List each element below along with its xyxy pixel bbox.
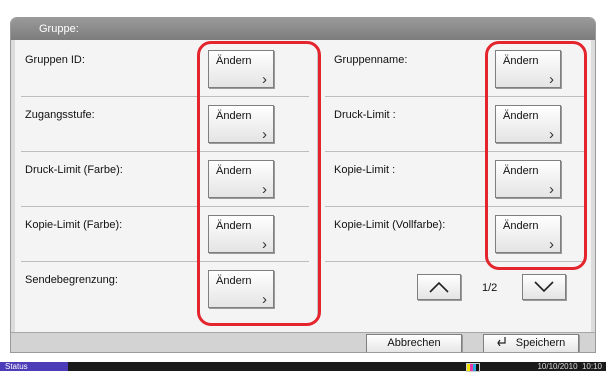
label-kopie-limit-farbe: Kopie-Limit (Farbe):	[25, 219, 123, 231]
button-label: Ändern	[216, 220, 252, 232]
label-sendebegrenzung: Sendebegrenzung:	[25, 274, 118, 286]
datetime: 10/10/2010 10:10	[537, 362, 602, 371]
change-druck-limit-button[interactable]: Ändern ›	[495, 105, 561, 143]
chevron-right-icon: ›	[262, 71, 267, 88]
change-druck-limit-farbe-button[interactable]: Ändern ›	[208, 160, 274, 198]
label-kopie-limit-vollfarbe: Kopie-Limit (Vollfarbe):	[334, 219, 446, 231]
button-label: Ändern	[216, 275, 252, 287]
change-gruppen-id-button[interactable]: Ändern ›	[208, 50, 274, 88]
page-down-button[interactable]	[522, 274, 566, 300]
chevron-right-icon: ›	[262, 291, 267, 308]
label-druck-limit: Druck-Limit :	[334, 109, 396, 121]
row-divider	[325, 151, 585, 152]
save-button[interactable]: Speichern	[483, 334, 579, 352]
change-zugangsstufe-button[interactable]: Ändern ›	[208, 105, 274, 143]
chevron-right-icon: ›	[549, 181, 554, 198]
row-divider	[21, 206, 309, 207]
chevron-right-icon: ›	[262, 126, 267, 143]
page-up-button[interactable]	[417, 274, 461, 300]
chevron-right-icon: ›	[549, 236, 554, 253]
window-title: Gruppe:	[11, 18, 595, 40]
label-kopie-limit: Kopie-Limit :	[334, 164, 396, 176]
change-kopie-limit-button[interactable]: Ändern ›	[495, 160, 561, 198]
row-divider	[325, 206, 585, 207]
button-label: Ändern	[503, 220, 539, 232]
row-divider	[325, 96, 585, 97]
column-divider	[317, 46, 318, 320]
save-label: Speichern	[515, 337, 566, 349]
chevron-right-icon: ›	[549, 126, 554, 143]
page-indicator: 1/2	[482, 282, 498, 294]
change-sendebegrenzung-button[interactable]: Ändern ›	[208, 270, 274, 308]
chevron-right-icon: ›	[549, 71, 554, 88]
row-divider	[21, 96, 309, 97]
change-gruppenname-button[interactable]: Ändern ›	[495, 50, 561, 88]
row-divider	[21, 261, 309, 262]
group-panel: Gruppe: Gruppen ID: Ändern › Zugangsstuf…	[10, 17, 596, 353]
label-zugangsstufe: Zugangsstufe:	[25, 109, 95, 121]
label-druck-limit-farbe: Druck-Limit (Farbe):	[25, 164, 123, 176]
status-button[interactable]: Status	[0, 362, 68, 371]
cancel-button[interactable]: Abbrechen	[366, 334, 462, 352]
button-label: Ändern	[503, 110, 539, 122]
group-settings-content: Gruppen ID: Ändern › Zugangsstufe: Änder…	[15, 40, 591, 332]
chevron-right-icon: ›	[262, 236, 267, 253]
chevron-down-icon	[534, 281, 554, 293]
status-bar: Status 10/10/2010 10:10	[0, 362, 606, 372]
action-bar: Abbrechen Speichern	[11, 332, 595, 352]
button-label: Ändern	[503, 165, 539, 177]
chevron-up-icon	[429, 281, 449, 293]
chevron-right-icon: ›	[262, 181, 267, 198]
label-gruppenname: Gruppenname:	[334, 54, 408, 66]
button-label: Ändern	[216, 55, 252, 67]
change-kopie-limit-vollfarbe-button[interactable]: Ändern ›	[495, 215, 561, 253]
return-arrow-icon	[496, 335, 507, 352]
button-label: Ändern	[216, 165, 252, 177]
row-divider	[325, 261, 585, 262]
row-divider	[21, 151, 309, 152]
change-kopie-limit-farbe-button[interactable]: Ändern ›	[208, 215, 274, 253]
button-label: Ändern	[216, 110, 252, 122]
button-label: Ändern	[503, 55, 539, 67]
label-gruppen-id: Gruppen ID:	[25, 54, 85, 66]
cancel-label: Abbrechen	[387, 337, 441, 349]
